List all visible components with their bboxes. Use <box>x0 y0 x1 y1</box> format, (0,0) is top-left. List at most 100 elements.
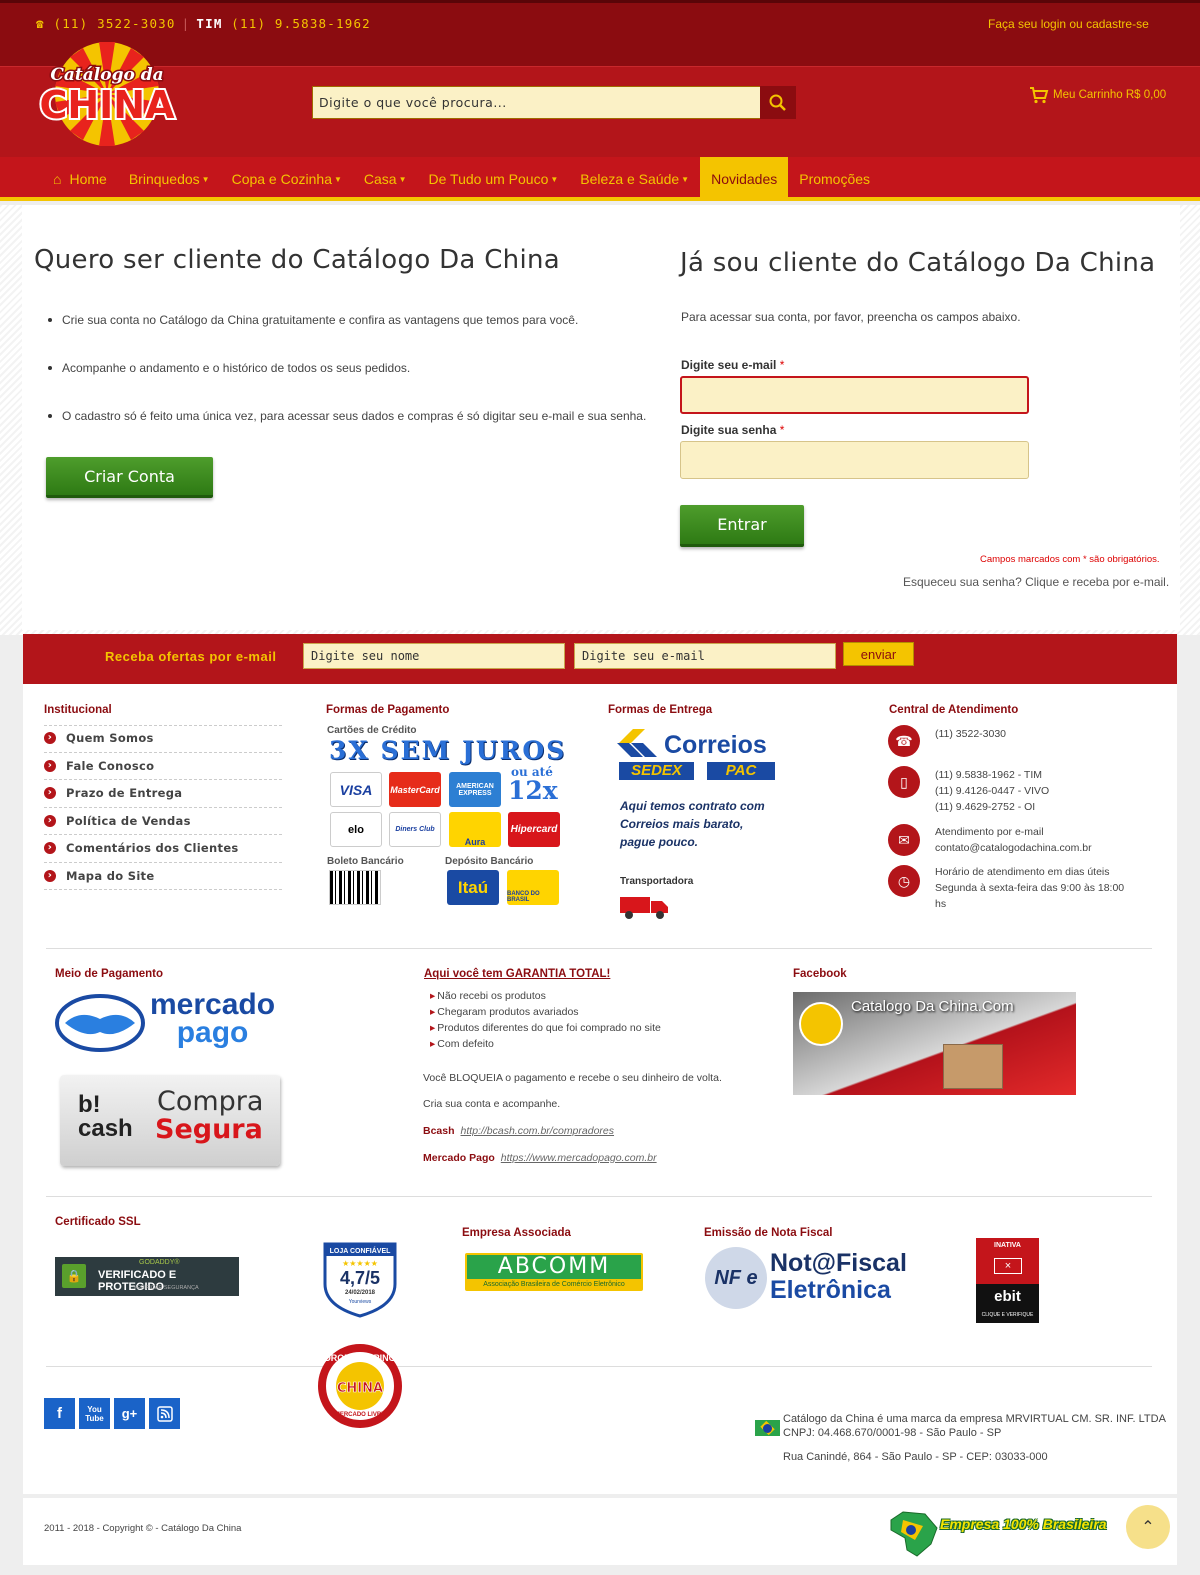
boleto-label: Boleto Bancário <box>327 856 404 867</box>
register-title: Quero ser cliente do Catálogo Da China <box>34 245 560 275</box>
newsletter-send-button[interactable]: enviar <box>843 642 914 666</box>
link-prazo-entrega[interactable]: Prazo de Entrega <box>44 780 282 808</box>
rss-glyph <box>156 1405 173 1422</box>
box-image <box>943 1044 1003 1089</box>
mercadopago-link[interactable]: https://www.mercadopago.com.br <box>501 1152 657 1164</box>
youtube-icon[interactable]: You Tube <box>79 1398 110 1429</box>
nav-item-promocoes[interactable]: Promoções <box>788 157 881 201</box>
link-quem-somos[interactable]: Quem Somos <box>44 725 282 753</box>
required-note: Campos marcados com * são obrigatórios. <box>980 554 1160 565</box>
ebit-badge[interactable]: INATIVA × ebit CLIQUE E VERIFIQUE <box>976 1238 1039 1323</box>
cart-label: Meu Carrinho R$ 0,00 <box>1053 89 1167 101</box>
mercadopago-link-row: Mercado Pago https://www.mercadopago.com.… <box>423 1152 657 1164</box>
nota-fiscal-logo: Not@Fiscal Eletrônica <box>770 1249 907 1304</box>
create-account-button[interactable]: Criar Conta <box>46 457 213 498</box>
pagamento-title: Formas de Pagamento <box>326 704 450 716</box>
facebook-title: Facebook <box>793 968 847 980</box>
visa-logo: VISA <box>330 772 382 807</box>
cart-icon <box>1030 87 1049 104</box>
caret-down-icon: ▼ <box>398 174 407 184</box>
caret-down-icon: ▼ <box>681 174 690 184</box>
list-item: Não recebi os produtos <box>430 990 661 1006</box>
main-nav: ⌂ Home Brinquedos ▼ Copa e Cozinha ▼ Casa ▼ … <box>0 157 1200 201</box>
facebook-page-widget[interactable]: Catalogo Da China.Com <box>793 992 1076 1095</box>
cart-link[interactable]: Meu Carrinho R$ 0,00 <box>1029 86 1166 104</box>
clock-icon: ◷ <box>888 865 920 897</box>
atendimento-hours: Horário de atendimento em dias úteis Seg… <box>935 866 1125 910</box>
atendimento-title: Central de Atendimento <box>889 704 1019 716</box>
deposito-label: Depósito Bancário <box>445 856 534 867</box>
institucional-title: Institucional <box>44 704 112 716</box>
banco-brasil-logo: BANCO DO BRASIL <box>507 870 559 905</box>
nav-item-copa-cozinha[interactable]: Copa e Cozinha ▼ <box>221 157 353 201</box>
search-icon <box>769 94 786 111</box>
truck-icon <box>620 897 668 919</box>
login-button[interactable]: Entrar <box>680 505 804 547</box>
nav-item-home[interactable]: ⌂ Home <box>42 157 118 201</box>
svg-text:4,7/5: 4,7/5 <box>340 1268 380 1288</box>
newsletter-title: Receba ofertas por e-mail <box>105 649 277 664</box>
bcash-logo: b! cash <box>78 1091 133 1142</box>
hipercard-logo: Hipercard <box>508 812 560 847</box>
phone-icon: ☎ <box>36 16 45 31</box>
link-mapa-site[interactable]: Mapa do Site <box>44 863 282 890</box>
email-field[interactable] <box>680 376 1029 414</box>
mercado-pago-logo: mercado pago <box>150 988 276 1049</box>
link-politica-vendas[interactable]: Política de Vendas <box>44 808 282 835</box>
link-comentarios[interactable]: Comentários dos Clientes <box>44 835 282 863</box>
newsletter-bar: Receba ofertas por e-mail enviar <box>23 634 1177 684</box>
svg-text:CHINA: CHINA <box>337 1381 383 1396</box>
password-field[interactable] <box>680 441 1029 479</box>
bcash-link[interactable]: http://bcash.com.br/compradores <box>461 1125 615 1137</box>
forgot-password-link[interactable]: Esqueceu sua senha? Clique e receba por … <box>903 575 1169 589</box>
atendimento-phone: (11) 3522-3030 <box>935 728 1007 740</box>
phone-icon: ☎ <box>888 725 920 757</box>
chevron-up-icon: ⌃ <box>1141 1519 1155 1536</box>
aura-logo: Aura <box>449 812 501 847</box>
email-icon: ✉ <box>888 824 920 856</box>
svg-text:★★★★★: ★★★★★ <box>342 1259 378 1268</box>
copyright: 2011 - 2018 - Copyright © - Catálogo Da … <box>44 1523 242 1534</box>
company-info: Catálogo da China é uma marca da empresa… <box>783 1413 1166 1463</box>
search-input[interactable] <box>313 87 753 118</box>
pac-label: PAC <box>707 762 775 780</box>
loja-confiavel-badge[interactable]: LOJA CONFIÁVEL ★★★★★ 4,7/5 24/02/2018 Yo… <box>319 1240 401 1318</box>
newsletter-name-input[interactable] <box>303 643 565 669</box>
googleplus-icon[interactable]: g+ <box>114 1398 145 1429</box>
garantia-list: Não recebi os produtos Chegaram produtos… <box>430 990 661 1054</box>
newsletter-email-input[interactable] <box>574 643 836 669</box>
caret-down-icon: ▼ <box>201 174 210 184</box>
rss-icon[interactable] <box>149 1398 180 1429</box>
login-title: Já sou cliente do Catálogo Da China <box>680 248 1156 278</box>
nav-item-de-tudo[interactable]: De Tudo um Pouco ▼ <box>418 157 570 201</box>
correios-note: Aqui temos contrato com Correios mais ba… <box>620 799 765 849</box>
nav-item-brinquedos[interactable]: Brinquedos ▼ <box>118 157 221 201</box>
entrega-title: Formas de Entrega <box>608 704 713 716</box>
nav-item-beleza-saude[interactable]: Beleza e Saúde ▼ <box>569 157 700 201</box>
institucional-links: Quem Somos Fale Conosco Prazo de Entrega… <box>44 725 282 890</box>
logo-line2: CHINA <box>39 83 175 127</box>
empresa-brasileira: Empresa 100% Brasileira <box>940 1516 1107 1532</box>
logo-line1: Catálogo da <box>50 65 163 85</box>
login-link[interactable]: Faça seu login ou cadastre-se <box>988 17 1149 31</box>
abcomm-logo[interactable]: ABCOMM Associação Brasileira de Comércio… <box>465 1253 643 1291</box>
search-button[interactable] <box>760 86 796 119</box>
register-benefits: Crie sua conta no Catálogo da China grat… <box>48 313 668 457</box>
nav-item-novidades[interactable]: Novidades <box>700 157 789 201</box>
garantia-title: Aqui você tem GARANTIA TOTAL! <box>424 968 611 980</box>
back-to-top-button[interactable]: ⌃ <box>1126 1505 1170 1549</box>
list-item: Crie sua conta no Catálogo da China grat… <box>48 313 668 361</box>
ssl-badge[interactable]: 🔒 GODADDY® VERIFICADO E PROTEGIDO VERIFI… <box>55 1257 239 1296</box>
brazil-flag-icon <box>755 1420 780 1436</box>
carrier-label: TIM <box>196 16 223 31</box>
list-item: Chegaram produtos avariados <box>430 1006 661 1022</box>
mobile-icon: ▯ <box>888 766 920 798</box>
facebook-icon[interactable]: f <box>44 1398 75 1429</box>
site-logo[interactable]: Catálogo da CHINA <box>32 36 182 148</box>
link-fale-conosco[interactable]: Fale Conosco <box>44 753 282 780</box>
nfe-logo-icon: NF e <box>705 1247 767 1309</box>
list-item: O cadastro só é feito uma única vez, par… <box>48 409 668 457</box>
promo-text: 3X SEM JUROS <box>329 736 567 765</box>
nav-item-casa[interactable]: Casa ▼ <box>353 157 418 201</box>
brazil-map-icon <box>890 1511 938 1557</box>
